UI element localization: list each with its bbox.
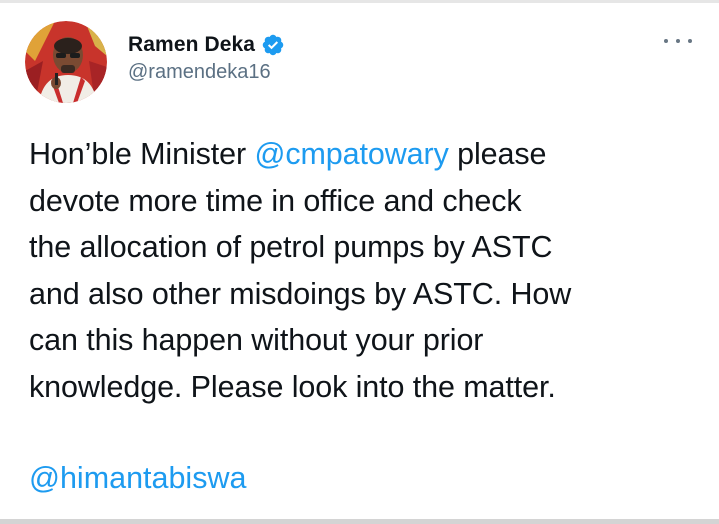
author-handle[interactable]: @ramendeka16 <box>128 61 271 84</box>
tweet-line-text: Hon’ble Minister <box>29 137 255 171</box>
more-horizontal-icon[interactable] <box>664 34 692 48</box>
more-dot-icon <box>688 39 692 43</box>
tweet-line-text: please <box>448 137 547 171</box>
trailing-mention-link[interactable]: @himantabiswa <box>29 455 246 502</box>
tweet-card: Ramen Deka @ramendeka16 Hon’ble Minister… <box>0 0 719 524</box>
tweet-line: can this happen without your prior <box>29 323 484 357</box>
tweet-line: devote more time in office and check <box>29 183 522 218</box>
top-divider <box>0 0 719 3</box>
tweet-line: the allocation of petrol pumps by ASTC <box>29 230 553 264</box>
avatar[interactable] <box>25 21 107 103</box>
more-dot-icon <box>676 39 680 43</box>
tweet-line: knowledge. Please look into the matter. <box>29 369 556 404</box>
tweet-text: Hon’ble Minister @cmpatowary please devo… <box>29 131 699 410</box>
avatar-image <box>25 21 107 103</box>
author-display-name[interactable]: Ramen Deka <box>128 33 255 57</box>
verified-badge-icon <box>261 33 285 57</box>
tweet-line: and also other misdoings by ASTC. How <box>29 276 572 311</box>
more-dot-icon <box>664 39 668 43</box>
mention-link[interactable]: @cmpatowary <box>254 137 448 171</box>
tweet-line: Hon’ble Minister @cmpatowary please <box>29 131 699 178</box>
bottom-divider <box>0 519 719 524</box>
author-name-row[interactable]: Ramen Deka <box>128 30 285 60</box>
